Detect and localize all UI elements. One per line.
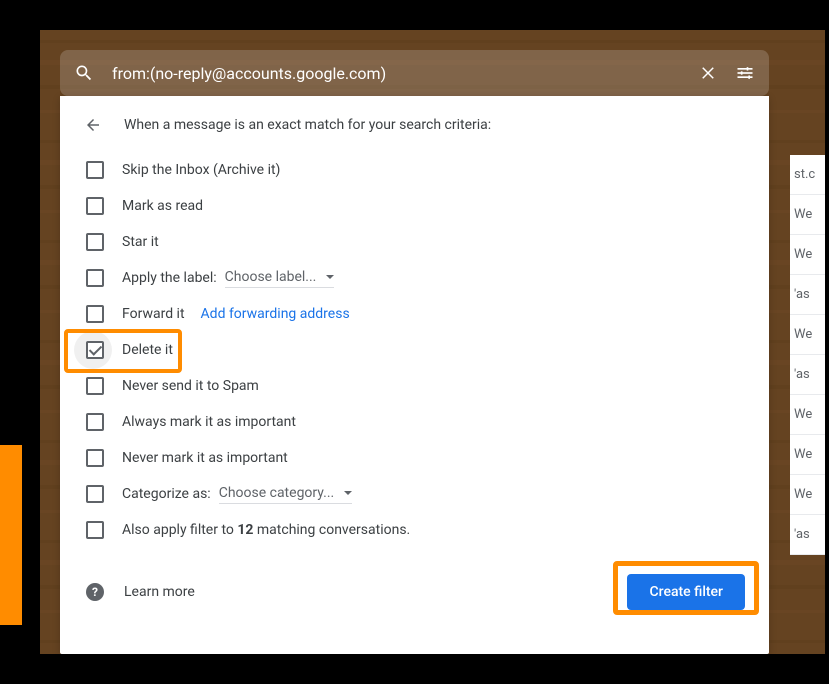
- dropdown-choose-category[interactable]: Choose category...: [219, 485, 353, 504]
- create-filter-button[interactable]: Create filter: [627, 574, 745, 610]
- chevron-down-icon: [344, 491, 352, 495]
- background-email-list: st.c We We 'as We 'as We We We 'as: [790, 155, 825, 555]
- also-apply-suffix: matching conversations.: [253, 522, 410, 538]
- checkbox-forward-it[interactable]: [86, 305, 104, 323]
- label-star-it: Star it: [122, 234, 159, 250]
- filter-footer: ? Learn more Create filter: [84, 574, 745, 610]
- filter-criteria-panel: When a message is an exact match for you…: [60, 96, 769, 654]
- option-delete-it: Delete it: [84, 332, 745, 368]
- label-forward-it: Forward it: [122, 306, 185, 322]
- option-also-apply: Also apply filter to 12 matching convers…: [84, 512, 745, 548]
- option-apply-label: Apply the label: Choose label...: [84, 260, 745, 296]
- clear-search-icon[interactable]: [699, 64, 717, 82]
- link-add-forwarding-address[interactable]: Add forwarding address: [201, 306, 350, 322]
- also-apply-prefix: Also apply filter to: [122, 522, 237, 538]
- dropdown-choose-label[interactable]: Choose label...: [225, 269, 335, 288]
- orange-side-tab: [0, 445, 22, 625]
- checkbox-delete-it[interactable]: [86, 341, 104, 359]
- label-apply-label: Apply the label:: [122, 270, 217, 286]
- filter-header-text: When a message is an exact match for you…: [124, 117, 491, 133]
- footer-left: ? Learn more: [86, 583, 195, 601]
- filter-header: When a message is an exact match for you…: [84, 116, 745, 134]
- checkbox-always-important[interactable]: [86, 413, 104, 431]
- label-categorize-as: Categorize as:: [122, 486, 211, 502]
- option-never-important: Never mark it as important: [84, 440, 745, 476]
- checkbox-categorize-as[interactable]: [86, 485, 104, 503]
- checkbox-never-spam[interactable]: [86, 377, 104, 395]
- label-skip-inbox: Skip the Inbox (Archive it): [122, 162, 280, 178]
- label-also-apply: Also apply filter to 12 matching convers…: [122, 522, 410, 538]
- label-mark-read: Mark as read: [122, 198, 203, 214]
- dropdown-choose-category-text: Choose category...: [219, 485, 335, 501]
- label-never-spam: Never send it to Spam: [122, 378, 259, 394]
- search-bar[interactable]: from:(no-reply@accounts.google.com): [60, 50, 769, 96]
- checkbox-apply-label[interactable]: [86, 269, 104, 287]
- filter-options-list: Skip the Inbox (Archive it) Mark as read…: [84, 152, 745, 548]
- search-query-text[interactable]: from:(no-reply@accounts.google.com): [112, 64, 699, 83]
- checkbox-star-it[interactable]: [86, 233, 104, 251]
- label-always-important: Always mark it as important: [122, 414, 296, 430]
- also-apply-count: 12: [237, 522, 253, 538]
- search-icon: [74, 63, 94, 83]
- dropdown-choose-label-text: Choose label...: [225, 269, 317, 285]
- option-never-spam: Never send it to Spam: [84, 368, 745, 404]
- chevron-down-icon: [326, 275, 334, 279]
- checkbox-skip-inbox[interactable]: [86, 161, 104, 179]
- search-options-icon[interactable]: [735, 63, 755, 83]
- option-mark-read: Mark as read: [84, 188, 745, 224]
- checkbox-never-important[interactable]: [86, 449, 104, 467]
- learn-more-link[interactable]: Learn more: [124, 584, 195, 600]
- option-categorize-as: Categorize as: Choose category...: [84, 476, 745, 512]
- option-star-it: Star it: [84, 224, 745, 260]
- label-delete-it: Delete it: [122, 342, 173, 358]
- option-skip-inbox: Skip the Inbox (Archive it): [84, 152, 745, 188]
- checkbox-also-apply[interactable]: [86, 521, 104, 539]
- help-icon[interactable]: ?: [86, 583, 104, 601]
- option-forward-it: Forward it Add forwarding address: [84, 296, 745, 332]
- option-always-important: Always mark it as important: [84, 404, 745, 440]
- back-arrow-icon[interactable]: [84, 116, 102, 134]
- label-never-important: Never mark it as important: [122, 450, 288, 466]
- checkbox-mark-read[interactable]: [86, 197, 104, 215]
